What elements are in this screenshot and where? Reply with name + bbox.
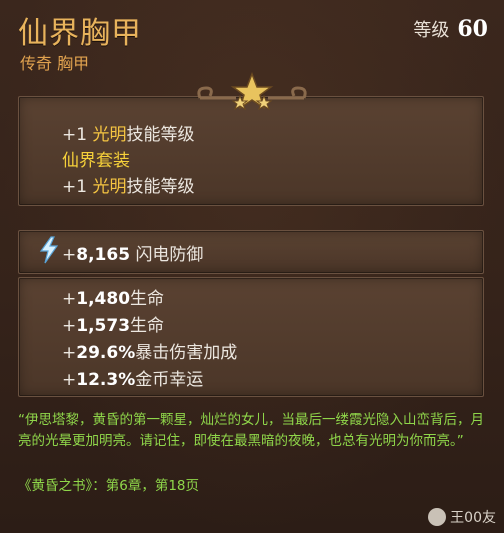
- stat-plus: +: [62, 343, 77, 363]
- set-name: 仙界套装: [62, 151, 130, 171]
- stat-row: +1,573生命: [62, 311, 164, 336]
- item-name: 仙界胸甲: [18, 16, 142, 51]
- stat-value: 1,480: [76, 289, 131, 309]
- lightning-bolt-icon: [39, 236, 59, 264]
- shield-icon: [428, 508, 447, 526]
- bonus-row-1: +1 光明技能等级: [62, 120, 194, 145]
- stat-value: 1,573: [76, 316, 131, 336]
- primary-stat-plus: +: [62, 245, 77, 265]
- primary-stat-value: 8,165: [76, 245, 131, 265]
- bonus-row-2: +1 光明技能等级: [62, 172, 194, 197]
- star-ornament-icon: [197, 71, 307, 111]
- item-rarity-type: 传奇 胸甲: [20, 54, 90, 73]
- bonus-row-2-highlight: 光明: [92, 177, 127, 197]
- bonus-row-2-suffix: 技能等级: [126, 177, 195, 197]
- stat-plus: +: [62, 370, 77, 390]
- stat-value: 29.6%: [76, 343, 136, 363]
- stat-row: +1,480生命: [62, 284, 164, 309]
- level-label: 等级: [413, 20, 450, 41]
- stat-label: 生命: [130, 289, 165, 309]
- primary-stat-row: +8,165 闪电防御: [62, 240, 203, 265]
- lore-text: “伊思塔黎，黄昏的第一颗星，灿烂的女儿，当最后一缕霞光隐入山峦背后，月亮的光晕更…: [18, 412, 484, 449]
- stat-row: +29.6%暴击伤害加成: [62, 338, 237, 363]
- bonus-row-1-highlight: 光明: [92, 125, 127, 145]
- stat-plus: +: [62, 289, 77, 309]
- bonus-row-1-prefix: +1: [62, 125, 93, 145]
- bonus-row-2-prefix: +1: [62, 177, 93, 197]
- lore-source: 《黄昏之书》：第6章，第18页: [18, 478, 200, 494]
- stat-label: 金币幸运: [135, 370, 204, 390]
- level-value: 60: [457, 16, 488, 42]
- watermark-text: 王00友: [450, 510, 496, 526]
- stat-label: 暴击伤害加成: [135, 343, 238, 363]
- stat-label: 生命: [130, 316, 165, 336]
- watermark: 王00友: [428, 507, 496, 527]
- stat-row: +12.3%金币幸运: [62, 365, 203, 390]
- primary-stat-label: 闪电防御: [135, 245, 204, 265]
- stat-plus: +: [62, 316, 77, 336]
- bonus-row-1-suffix: 技能等级: [126, 125, 195, 145]
- stat-value: 12.3%: [76, 370, 136, 390]
- item-level: 等级 60: [413, 16, 488, 42]
